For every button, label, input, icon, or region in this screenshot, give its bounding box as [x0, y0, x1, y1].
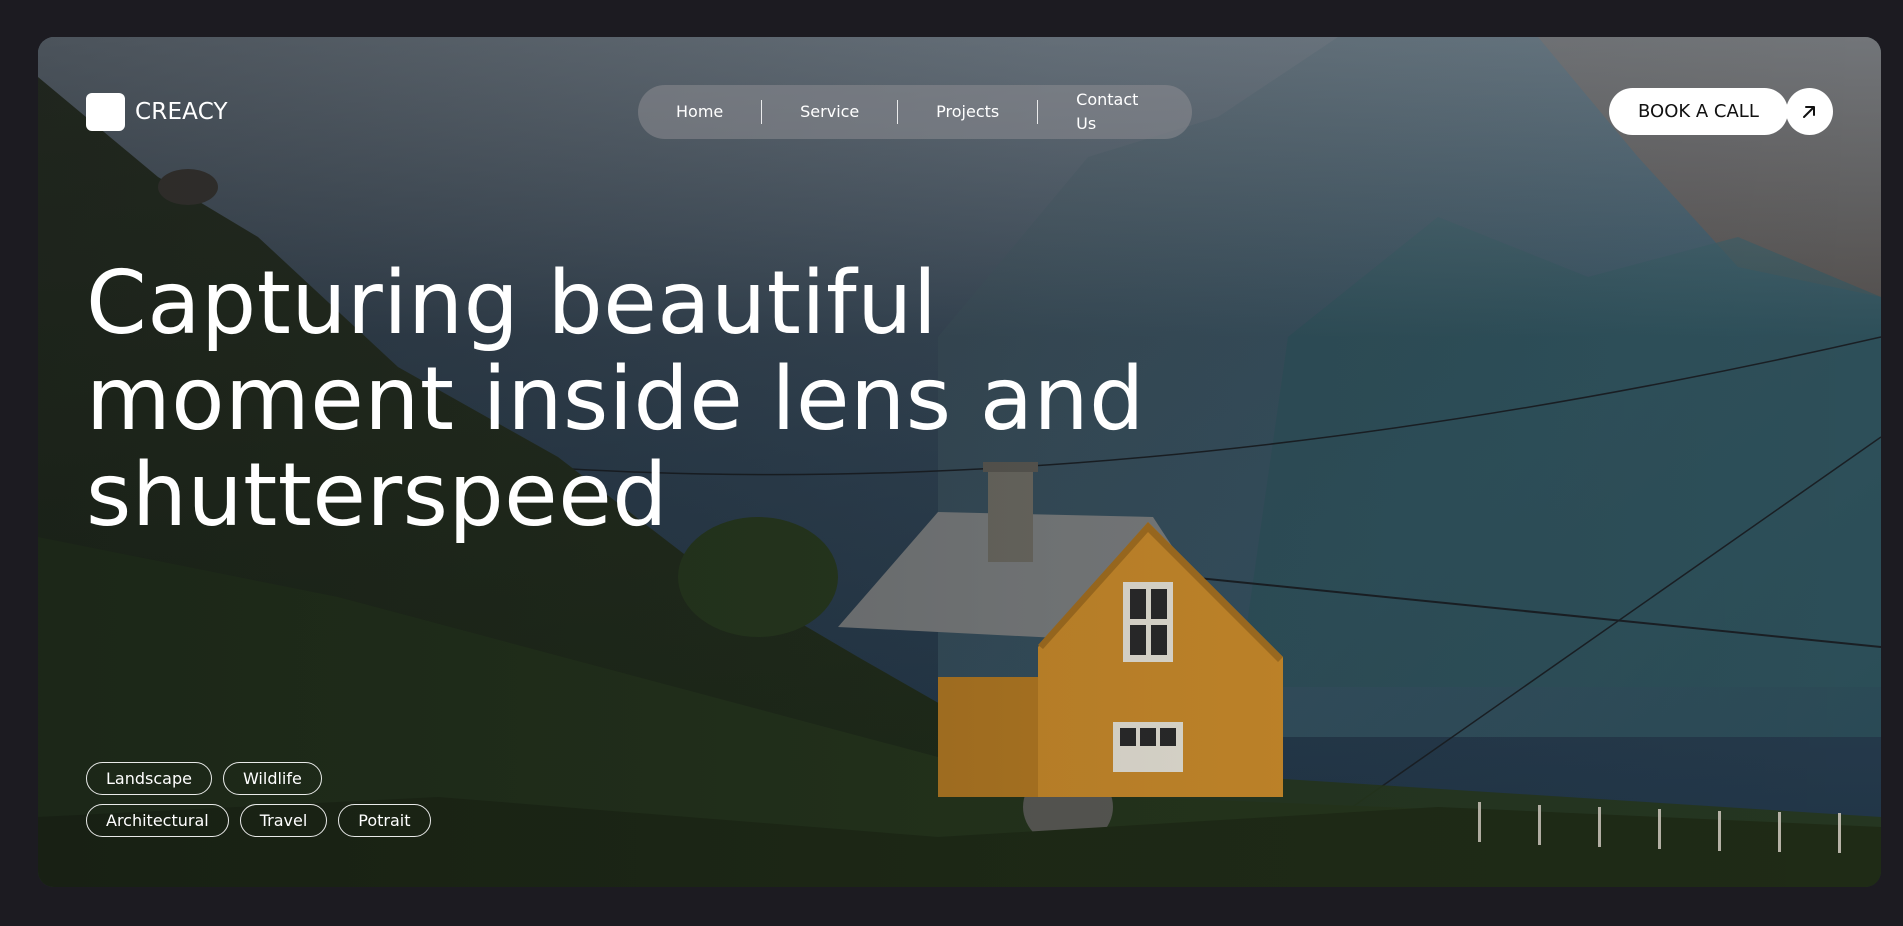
logo-mark-icon	[86, 93, 125, 131]
tag-architectural[interactable]: Architectural	[86, 804, 229, 837]
tag-row: Landscape Wildlife	[86, 762, 586, 795]
hero-headline: Capturing beautiful moment inside lens a…	[86, 255, 1286, 543]
tag-landscape[interactable]: Landscape	[86, 762, 212, 795]
tag-potrait[interactable]: Potrait	[338, 804, 431, 837]
arrow-up-right-icon-glyph	[1803, 105, 1816, 118]
category-tags: Landscape Wildlife Architectural Travel …	[86, 762, 586, 846]
main-nav: Home Service Projects Contact Us	[638, 85, 1192, 139]
nav-item-service[interactable]: Service	[762, 100, 897, 124]
brand-name: CREACY	[135, 99, 228, 125]
headline-line-1: Capturing beautiful	[86, 252, 938, 354]
nav-item-contact[interactable]: Contact Us	[1038, 88, 1192, 136]
arrow-up-right-icon[interactable]	[1785, 88, 1833, 135]
nav-item-home[interactable]: Home	[638, 100, 761, 124]
book-call-cta: BOOK A CALL	[1609, 88, 1833, 135]
tag-wildlife[interactable]: Wildlife	[222, 762, 322, 795]
nav-item-projects[interactable]: Projects	[898, 100, 1037, 124]
headline-line-3: shutterspeed	[86, 444, 668, 546]
tag-row: Architectural Travel Potrait	[86, 804, 586, 837]
brand-logo[interactable]: CREACY	[86, 93, 228, 131]
tag-travel[interactable]: Travel	[239, 804, 328, 837]
book-call-button[interactable]: BOOK A CALL	[1609, 88, 1788, 135]
headline-line-2: moment inside lens and	[86, 348, 1145, 450]
